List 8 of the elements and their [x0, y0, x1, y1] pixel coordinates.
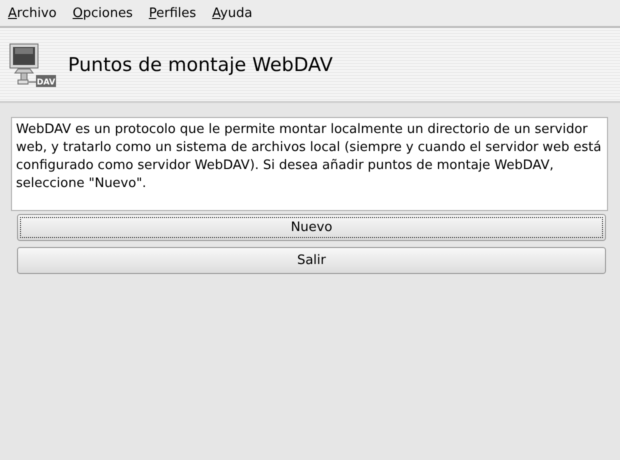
action-button[interactable]: Nuevo	[17, 214, 606, 241]
menu-item[interactable]: Archivo	[3, 6, 62, 20]
menu-item[interactable]: Ayuda	[207, 6, 258, 20]
menu-item[interactable]: Perfiles	[144, 6, 202, 20]
page-title: Puntos de montaje WebDAV	[68, 54, 333, 76]
action-button[interactable]: Salir	[17, 247, 606, 274]
menu-item[interactable]: Opciones	[68, 6, 138, 20]
description-text: WebDAV es un protocolo que le permite montar localmente un directorio de un servidor web, y tratarlo como un sistema de archivos local (siempre y cuando el servidor web está configurado como servidor WebDAV). Si desea añadir puntos de montaje WebDAV, seleccione "Nuevo".	[11, 117, 608, 211]
